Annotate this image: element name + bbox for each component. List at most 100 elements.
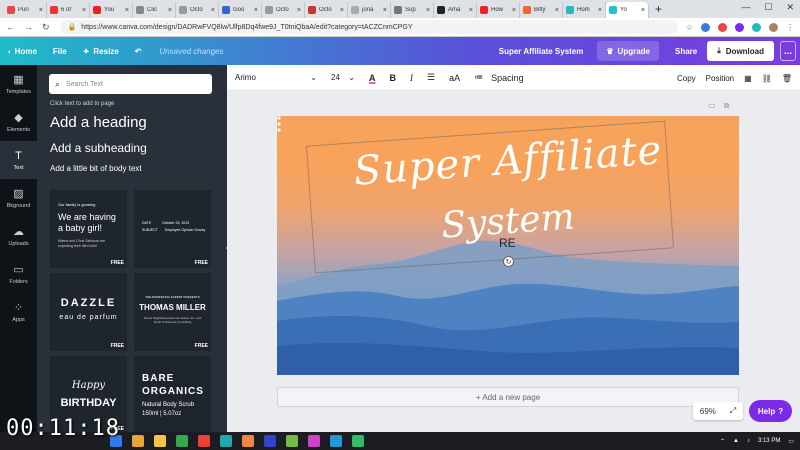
italic-button[interactable]: I: [410, 73, 413, 83]
rail-background[interactable]: ▨ Bkground: [0, 179, 37, 217]
close-tab-icon[interactable]: ×: [641, 7, 645, 14]
volume-icon[interactable]: ♪: [747, 438, 750, 444]
star-icon[interactable]: ☆: [686, 23, 693, 32]
font-size-dropdown[interactable]: 24 ⌄: [331, 73, 355, 82]
close-tab-icon[interactable]: ×: [211, 7, 215, 14]
design-canvas[interactable]: Super Affiliate System RE ↻: [277, 116, 739, 375]
add-body-text-button[interactable]: Add a little bit of body text: [50, 164, 142, 173]
close-tab-icon[interactable]: ×: [426, 7, 430, 14]
reload-icon[interactable]: ↻: [42, 22, 50, 33]
close-tab-icon[interactable]: ×: [254, 7, 258, 14]
text-template-dazzle[interactable]: DAZZLE eau de parfum FREE: [50, 273, 127, 351]
taskbar-app-icon[interactable]: [198, 435, 210, 447]
position-button[interactable]: Position: [706, 74, 734, 83]
browser-tab[interactable]: How ×: [477, 2, 520, 18]
undo-button[interactable]: ↶: [127, 37, 150, 65]
align-center-icon[interactable]: ☰: [427, 72, 435, 83]
browser-tab[interactable]: Octo ×: [176, 2, 219, 18]
browser-tab[interactable]: Hom ×: [563, 2, 606, 18]
rail-apps[interactable]: ⁘ Apps: [0, 293, 37, 331]
duplicate-page-icon[interactable]: ⧉: [724, 101, 730, 111]
rotate-handle-icon[interactable]: ↻: [503, 256, 514, 267]
browser-tab[interactable]: Sup ×: [391, 2, 434, 18]
upgrade-button[interactable]: ♛ Upgrade: [597, 41, 659, 61]
more-options-button[interactable]: ...: [780, 41, 796, 61]
taskbar-app-icon[interactable]: [352, 435, 364, 447]
text-template-memo[interactable]: DATE October 23, 2019 SUBJECT Employee O…: [134, 190, 211, 268]
font-dropdown[interactable]: Arimo ⌄: [235, 73, 317, 82]
browser-tab[interactable]: Yo ×: [606, 2, 649, 18]
close-tab-icon[interactable]: ×: [340, 7, 344, 14]
close-tab-icon[interactable]: ×: [383, 7, 387, 14]
fullscreen-icon[interactable]: ⤢: [730, 406, 736, 416]
close-tab-icon[interactable]: ×: [297, 7, 301, 14]
browser-tab[interactable]: Ama ×: [434, 2, 477, 18]
browser-tab[interactable]: Pun ×: [4, 2, 47, 18]
rail-templates[interactable]: ▦ Templates: [0, 65, 37, 103]
text-template-organics[interactable]: BARE ORGANICS Natural Body Scrub 150ml |…: [134, 356, 211, 432]
close-tab-icon[interactable]: ×: [598, 7, 602, 14]
browser-tab[interactable]: Bitly ×: [520, 2, 563, 18]
taskbar-app-icon[interactable]: [264, 435, 276, 447]
link-icon[interactable]: ⛓: [762, 74, 772, 83]
home-button[interactable]: ‹ Home: [0, 37, 45, 65]
bold-button[interactable]: B: [390, 73, 397, 83]
close-tab-icon[interactable]: ×: [469, 7, 473, 14]
close-tab-icon[interactable]: ×: [82, 7, 86, 14]
url-field[interactable]: 🔒 https://www.canva.com/design/DADRwFVQ8…: [59, 20, 678, 34]
taskbar-app-icon[interactable]: [132, 435, 144, 447]
search-input[interactable]: ⌕ Search Text: [49, 74, 212, 94]
notifications-icon[interactable]: ▭: [788, 438, 794, 445]
rail-folders[interactable]: ▭ Folders: [0, 255, 37, 293]
rail-elements[interactable]: ◆ Elements: [0, 103, 37, 141]
taskbar-app-icon[interactable]: [330, 435, 342, 447]
rail-uploads[interactable]: ☁ Uploads: [0, 217, 37, 255]
transparency-icon[interactable]: ▦: [744, 74, 752, 83]
close-window-button[interactable]: ✕: [786, 2, 794, 13]
copy-button[interactable]: Copy: [677, 74, 696, 83]
download-button[interactable]: ⤓ Download: [707, 41, 774, 61]
browser-tab[interactable]: Octo ×: [305, 2, 348, 18]
new-tab-button[interactable]: +: [655, 2, 662, 16]
extension-icon[interactable]: [718, 22, 727, 32]
list-icon[interactable]: ≔: [474, 72, 483, 83]
taskbar-app-icon[interactable]: [308, 435, 320, 447]
comment-icon[interactable]: ▭: [708, 101, 716, 111]
design-title[interactable]: Super Affiliate System: [499, 47, 584, 56]
maximize-button[interactable]: ☐: [764, 2, 772, 13]
chevron-up-icon[interactable]: ⌃: [720, 438, 725, 445]
minimize-button[interactable]: —: [741, 2, 750, 13]
resize-handle[interactable]: [277, 116, 281, 132]
share-button[interactable]: Share: [665, 47, 707, 56]
close-tab-icon[interactable]: ×: [39, 7, 43, 14]
text-template-thomas[interactable]: THE MARKETING EXPERT PRESENTS THOMAS MIL…: [134, 273, 211, 351]
taskbar-app-icon[interactable]: [286, 435, 298, 447]
resize-button[interactable]: ✦ Resize: [75, 37, 127, 65]
text-color-button[interactable]: A: [369, 73, 376, 83]
taskbar-app-icon[interactable]: [242, 435, 254, 447]
browser-tab[interactable]: Octo ×: [262, 2, 305, 18]
close-tab-icon[interactable]: ×: [555, 7, 559, 14]
case-button[interactable]: aA: [449, 73, 460, 83]
menu-icon[interactable]: ⋮: [786, 23, 794, 32]
spacing-button[interactable]: Spacing: [491, 73, 524, 83]
taskbar-app-icon[interactable]: [154, 435, 166, 447]
browser-tab[interactable]: Goo ×: [219, 2, 262, 18]
extension-icon[interactable]: [735, 22, 744, 32]
forward-icon[interactable]: →: [24, 22, 33, 33]
back-icon[interactable]: ←: [6, 22, 15, 33]
close-tab-icon[interactable]: ×: [168, 7, 172, 14]
browser-tab[interactable]: You ×: [90, 2, 133, 18]
taskbar-app-icon[interactable]: [220, 435, 232, 447]
clock[interactable]: 3:13 PM: [758, 438, 780, 444]
add-page-button[interactable]: + Add a new page: [277, 387, 739, 407]
close-tab-icon[interactable]: ×: [512, 7, 516, 14]
close-tab-icon[interactable]: ×: [125, 7, 129, 14]
browser-tab[interactable]: 6 of ×: [47, 2, 90, 18]
help-button[interactable]: Help ?: [749, 400, 792, 422]
text-template-baby[interactable]: Our family is growing We are having a ba…: [50, 190, 127, 268]
avatar[interactable]: [769, 22, 778, 32]
zoom-control[interactable]: 69% ⤢: [693, 402, 743, 420]
delete-icon[interactable]: 🗑: [782, 74, 792, 83]
add-subheading-button[interactable]: Add a subheading: [50, 141, 147, 155]
